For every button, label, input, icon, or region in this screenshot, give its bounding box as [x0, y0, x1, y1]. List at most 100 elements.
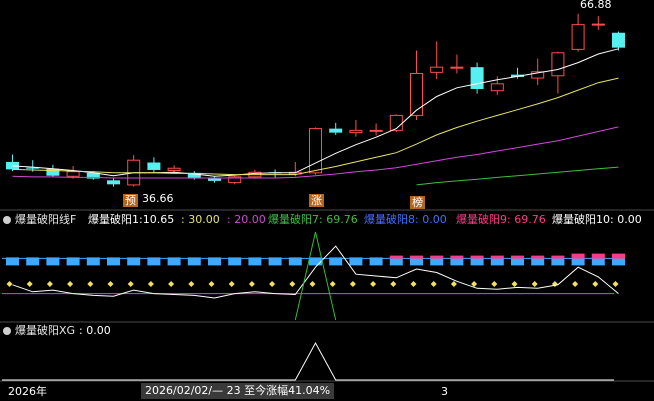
ind-diamond [269, 281, 276, 287]
candle-body [430, 66, 444, 73]
ind-bar-blue [208, 257, 221, 266]
ind-bar-blue [268, 257, 282, 266]
ind-diamond [370, 281, 377, 287]
ind-bar-blue [26, 257, 40, 266]
candle-body [208, 178, 221, 181]
ma-xlong-line [416, 166, 619, 186]
ind-bar-pink [470, 255, 484, 259]
ind-diamond [87, 281, 94, 287]
ind-bar-pink [571, 253, 585, 259]
ind-green-spike [294, 231, 337, 321]
high-price-label: 66.88 [580, 0, 612, 11]
panel2-toggle-icon[interactable] [3, 327, 11, 335]
chart-stage [0, 13, 654, 382]
ind-bar-blue [6, 257, 19, 266]
candle-body [349, 129, 363, 134]
panel2-value: : 0.00 [79, 324, 111, 337]
ind-diamond [248, 281, 255, 287]
candle-body [591, 23, 605, 26]
candle-body [490, 83, 504, 92]
ind-bar-blue [147, 257, 161, 266]
ind-diamond [572, 281, 579, 287]
candle-body [612, 32, 625, 48]
candle-body [450, 66, 464, 69]
ind-bar-blue [107, 257, 120, 266]
candle-body [571, 24, 585, 50]
ind-bar-pink [450, 255, 464, 259]
ind-diamond [390, 281, 397, 287]
ind-diamond [208, 281, 215, 287]
candle-body [551, 52, 565, 77]
ind-bar-pink [551, 255, 565, 259]
ind-bar-pink [511, 255, 524, 259]
candle-body [6, 161, 19, 170]
ind-diamond [491, 281, 498, 287]
ind-diamond [46, 281, 53, 287]
candle-body [66, 171, 80, 177]
ind-bar-blue [86, 257, 100, 266]
candle-body [329, 128, 343, 133]
candle-body [167, 167, 181, 172]
ind-bar-blue [46, 257, 60, 266]
ind-bar-pink [430, 255, 444, 259]
xg-signal-line [2, 341, 614, 381]
ind3-label: : 20.00 [227, 213, 266, 226]
candle-body [369, 129, 383, 132]
ind2-label: : 30.00 [181, 213, 220, 226]
ind-bar-blue [309, 257, 322, 266]
ind-bar-pink [410, 255, 423, 259]
low-price-label: 36.66 [142, 192, 174, 205]
ind-bar-pink [591, 253, 605, 259]
ind1-label: 爆量破阳1:10.65 [88, 213, 175, 226]
date-mark: 3 [441, 385, 448, 398]
ind-diamond [188, 281, 195, 287]
ind-bar-pink [389, 255, 403, 259]
ind-bar-blue [329, 257, 343, 266]
cursor-date-readout: 2026/02/02/— 23 至今涨幅41.04% [141, 383, 335, 399]
ind-diamond [67, 281, 74, 287]
ind7-label: 爆量破阳7: 69.76 [268, 213, 358, 226]
ind-bar-blue [248, 257, 262, 266]
ind10-label: 爆量破阳10: 0.00 [552, 213, 642, 226]
ind-diamond [531, 281, 538, 287]
tag-zhang: 涨 [309, 194, 324, 207]
ind-diamond [289, 281, 296, 287]
ind-diamond [612, 281, 619, 287]
ind-diamond [450, 281, 457, 287]
ind-diamond [6, 281, 13, 287]
ind-bar-blue [167, 257, 181, 266]
ind9-label: 爆量破阳9: 69.76 [456, 213, 546, 226]
ind-diamond [430, 281, 437, 287]
tag-yu: 预 [123, 194, 138, 207]
ind-diamond [168, 281, 175, 287]
ind-diamond [127, 281, 134, 287]
indicator-panel[interactable] [2, 231, 625, 321]
panel2-title: 爆量破阳XG [15, 324, 76, 337]
ind-white-line [12, 245, 619, 299]
ind-diamond [410, 281, 417, 287]
ind-bar-pink [612, 253, 625, 259]
candle-body [107, 180, 120, 185]
ind-bar-blue [228, 257, 242, 266]
ind-bar-blue [369, 257, 383, 266]
panel1-title: 爆量破阳线F [15, 213, 77, 226]
panel-toggle-icon[interactable] [3, 216, 11, 224]
candle-body [309, 128, 322, 174]
ind-diamond [107, 281, 114, 287]
ind-diamond [26, 281, 33, 287]
ind-bar-blue [288, 257, 302, 266]
ind-bar-pink [490, 255, 504, 259]
year-label: 2026年 [8, 385, 47, 398]
ind-bar-pink [531, 255, 545, 259]
ind-bar-blue [127, 257, 141, 266]
candle-body [147, 162, 161, 170]
ind-diamond [147, 281, 154, 287]
price-panel[interactable] [6, 13, 625, 187]
tag-bang: 榜 [410, 196, 425, 209]
ind-diamond [349, 281, 356, 287]
xg-panel[interactable] [2, 341, 614, 381]
ind-bar-blue [66, 257, 80, 266]
ind-diamond [309, 281, 316, 287]
candle-body [410, 72, 423, 116]
ind-bar-blue [349, 257, 363, 266]
